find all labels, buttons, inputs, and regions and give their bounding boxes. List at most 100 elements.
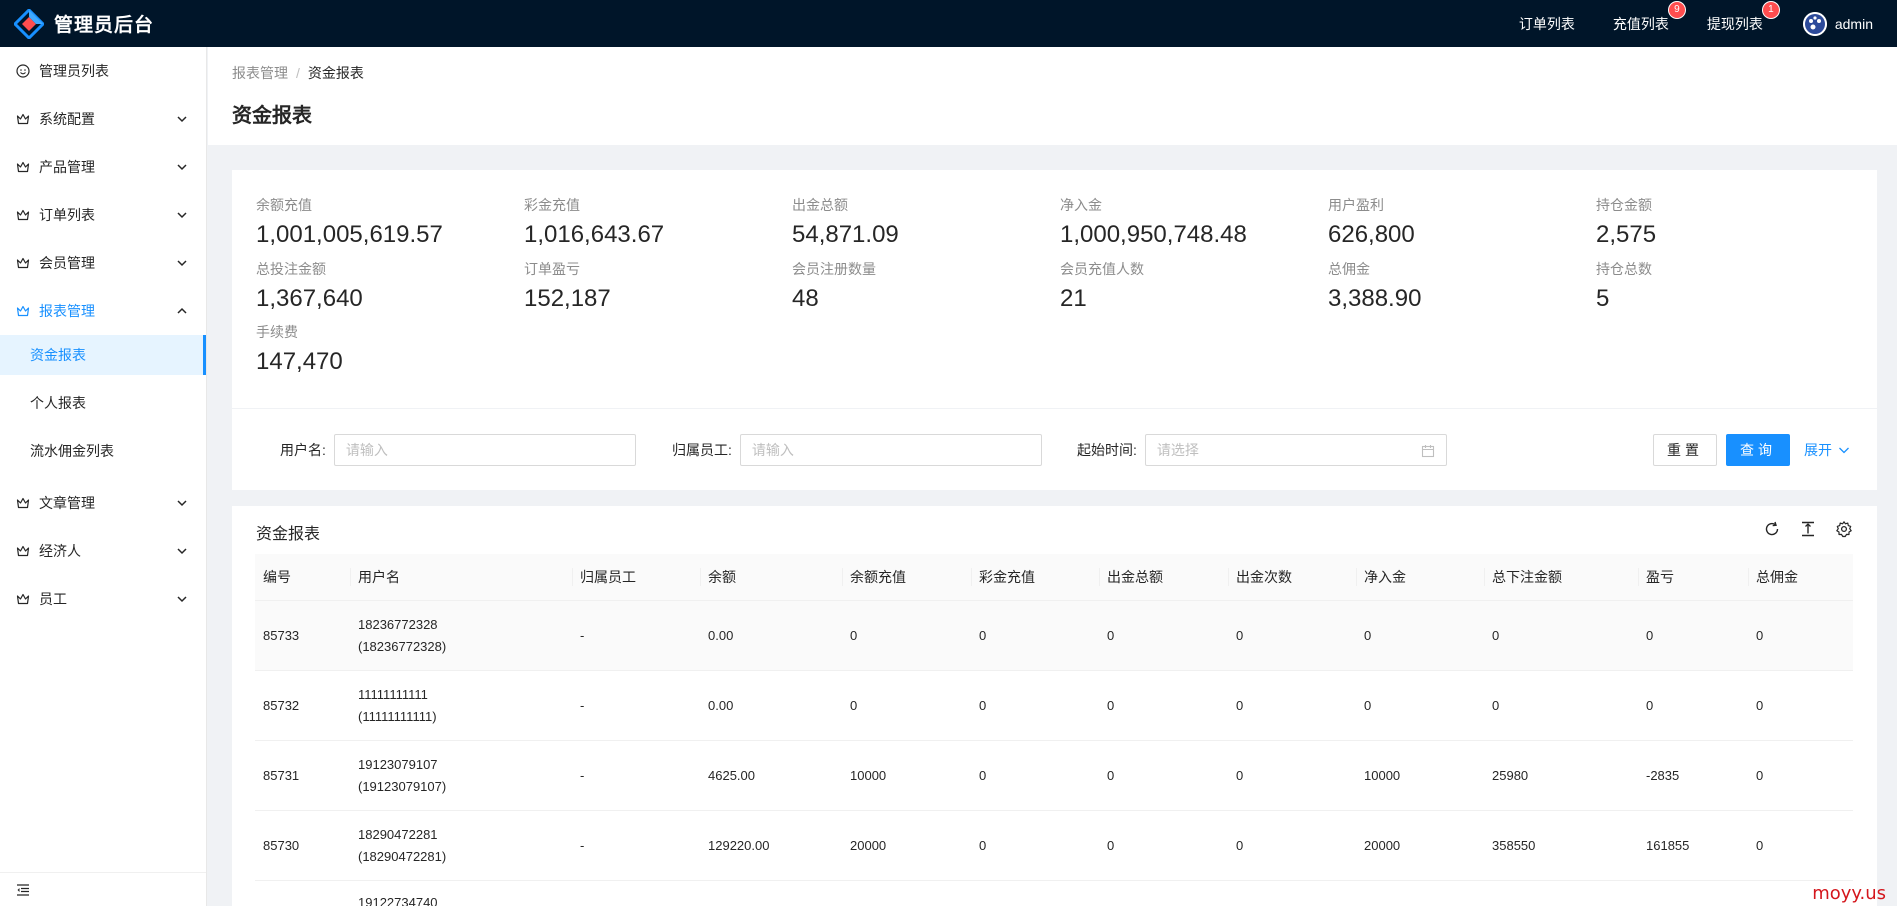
avatar <box>1802 11 1827 36</box>
staff-input[interactable]: 请输入 <box>739 434 1042 466</box>
col-withdraw-count[interactable]: 出金次数 <box>1228 554 1356 600</box>
staff-placeholder: 请输入 <box>751 442 794 458</box>
sidebar-item-article-management[interactable]: 文章管理 <box>0 479 206 527</box>
sidebar-item-system-config[interactable]: 系统配置 <box>0 95 206 143</box>
nav-recharge-list[interactable]: 充值列表 9 <box>1613 1 1685 34</box>
cell-id <box>255 881 350 892</box>
username-sub: (18236772328) <box>358 638 447 654</box>
stat-label: 会员充值人数 <box>1060 261 1144 277</box>
stat-label: 出金总额 <box>792 197 848 213</box>
cell-bonus-recharge: 0 <box>979 767 987 783</box>
sidebar-item-member-management[interactable]: 会员管理 <box>0 239 206 287</box>
cell-username: 18290472281 (18290472281) <box>350 811 572 880</box>
reload-icon[interactable] <box>1763 520 1781 538</box>
stat-value: 1,000,950,748.48 <box>1060 221 1247 248</box>
sidebar-subitem-commission-list[interactable]: 流水佣金列表 <box>0 431 206 471</box>
reset-button-label: 重置 <box>1667 442 1703 458</box>
sidebar-subitem-personal-report[interactable]: 个人报表 <box>0 383 206 423</box>
breadcrumb-current: 资金报表 <box>307 65 364 81</box>
col-username[interactable]: 用户名 <box>350 554 572 600</box>
cell-staff: - <box>580 627 585 643</box>
breadcrumb-separator: / <box>296 65 300 81</box>
sidebar-item-staff[interactable]: 员工 <box>0 575 206 623</box>
sidebar-item-order-list[interactable]: 订单列表 <box>0 191 206 239</box>
col-staff[interactable]: 归属员工 <box>572 554 700 600</box>
col-pnl[interactable]: 盈亏 <box>1638 554 1748 600</box>
table-row[interactable]: 85730 18290472281 (18290472281) - 129220.… <box>255 811 1853 881</box>
sidebar-item-label: 会员管理 <box>39 255 95 271</box>
col-commission[interactable]: 总佣金 <box>1748 554 1853 600</box>
table-title: 资金报表 <box>256 526 321 543</box>
stat-value: 5 <box>1596 285 1610 312</box>
brand[interactable]: 管理员后台 <box>0 0 154 47</box>
query-button[interactable]: 查询 <box>1726 434 1790 466</box>
sidebar-item-report-management[interactable]: 报表管理 <box>0 287 206 335</box>
nav-withdraw-list[interactable]: 提现列表 1 <box>1707 1 1779 34</box>
top-header: 管理员后台 订单列表 充值列表 9 提现列表 1 admin <box>0 0 1897 47</box>
sidebar-collapse-toggle[interactable] <box>0 872 206 906</box>
col-withdraw-total[interactable]: 出金总额 <box>1099 554 1228 600</box>
smile-icon <box>16 64 30 78</box>
cell-total-bet: 0 <box>1492 697 1500 713</box>
sidebar-item-label: 系统配置 <box>39 111 95 127</box>
col-balance-recharge[interactable]: 余额充值 <box>842 554 971 600</box>
cell-commission: 0 <box>1756 697 1764 713</box>
page-title: 资金报表 <box>232 105 312 127</box>
reset-button[interactable]: 重置 <box>1653 434 1717 466</box>
stat-label: 用户盈利 <box>1328 197 1384 213</box>
stat-value: 54,871.09 <box>792 221 899 248</box>
col-bonus-recharge[interactable]: 彩金充值 <box>971 554 1099 600</box>
sidebar-item-broker[interactable]: 经济人 <box>0 527 206 575</box>
sidebar-subitem-label: 个人报表 <box>30 395 86 411</box>
expand-button[interactable]: 展开 <box>1804 434 1858 466</box>
nav-order-list[interactable]: 订单列表 <box>1519 14 1575 34</box>
stat-value: 3,388.90 <box>1328 285 1422 312</box>
crown-icon <box>16 209 30 221</box>
stat-label: 持仓金额 <box>1596 197 1652 213</box>
stat-label: 总投注金额 <box>256 261 326 277</box>
stat-value: 48 <box>792 285 819 312</box>
table-row[interactable]: 19122734740 <box>255 881 1853 906</box>
col-total-bet[interactable]: 总下注金额 <box>1484 554 1638 600</box>
stat-total-commission: 总佣金 3,388.90 <box>1328 259 1588 316</box>
username-sub: (18290472281) <box>358 848 447 864</box>
cell-withdraw-total: 0 <box>1107 697 1115 713</box>
start-time-picker[interactable]: 请选择 <box>1144 434 1447 466</box>
settings-icon[interactable] <box>1835 520 1853 538</box>
user-menu[interactable]: admin <box>1802 11 1873 36</box>
cell-balance: 0.00 <box>708 627 734 643</box>
table-row[interactable]: 85733 18236772328 (18236772328) - 0.00 0 … <box>255 601 1853 671</box>
table-toolbar <box>1745 520 1853 538</box>
username-main: 11111111111 <box>358 686 428 702</box>
username-input[interactable]: 请输入 <box>333 434 636 466</box>
col-id[interactable]: 编号 <box>255 554 350 600</box>
stat-position-amount: 持仓金额 2,575 <box>1596 195 1856 252</box>
sidebar-item-label: 员工 <box>39 591 67 607</box>
cell-commission: 0 <box>1756 837 1764 853</box>
cell-username: 19123079107 (19123079107) <box>350 741 572 810</box>
sidebar-item-product-management[interactable]: 产品管理 <box>0 143 206 191</box>
watermark: moyy.us <box>1812 883 1886 904</box>
table-card: 资金报表 编号 用户名 归属员工 余额 余额充值 彩金充值 出金总额 出金次数 … <box>232 506 1877 906</box>
stat-label: 手续费 <box>256 324 298 340</box>
app-title: 管理员后台 <box>54 15 155 36</box>
col-net-deposit[interactable]: 净入金 <box>1356 554 1484 600</box>
cell-id: 85731 <box>263 767 300 783</box>
cell-staff: - <box>580 697 585 713</box>
crown-icon <box>16 113 30 125</box>
breadcrumb-parent[interactable]: 报表管理 <box>232 65 288 81</box>
cell-staff: - <box>580 767 585 783</box>
table-header: 编号 用户名 归属员工 余额 余额充值 彩金充值 出金总额 出金次数 净入金 总… <box>255 554 1853 601</box>
username-sub: (11111111111) <box>358 708 437 724</box>
cell-total-bet: 358550 <box>1492 837 1536 853</box>
sidebar-subitem-fund-report[interactable]: 资金报表 <box>0 335 206 375</box>
column-height-icon[interactable] <box>1799 520 1817 538</box>
stat-value: 21 <box>1060 285 1087 312</box>
sidebar-item-admin-list[interactable]: 管理员列表 <box>0 47 206 95</box>
withdraw-count-badge: 1 <box>1762 1 1779 18</box>
cell-total-bet: 0 <box>1492 627 1500 643</box>
sidebar-subitem-label: 资金报表 <box>30 347 86 363</box>
col-balance[interactable]: 余额 <box>700 554 842 600</box>
table-row[interactable]: 85732 11111111111 (11111111111) - 0.00 0 … <box>255 671 1853 741</box>
table-row[interactable]: 85731 19123079107 (19123079107) - 4625.00… <box>255 741 1853 811</box>
